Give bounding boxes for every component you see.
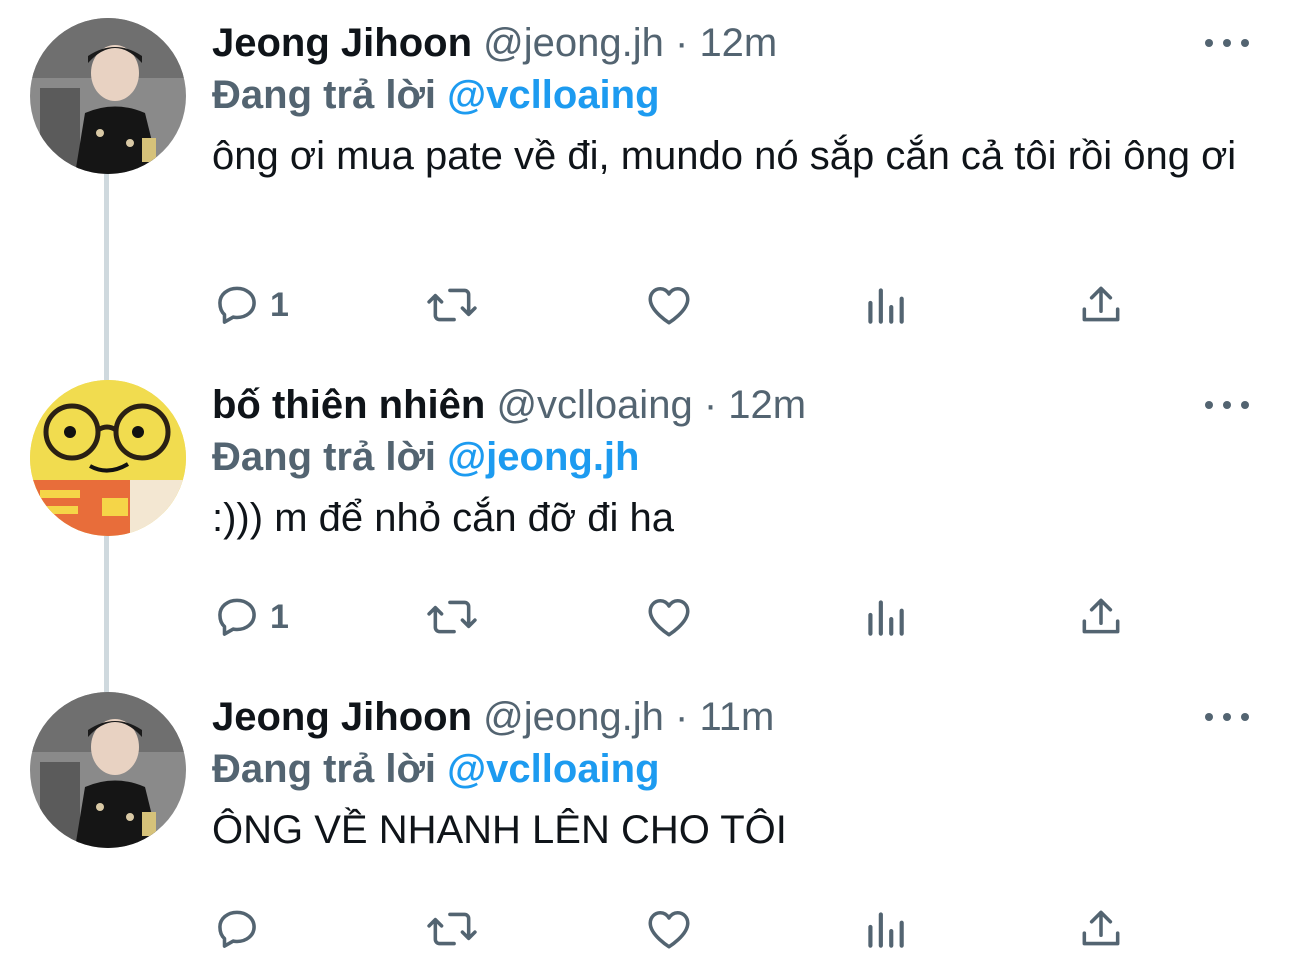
tweet-actions: 1 bbox=[212, 280, 1132, 330]
share-button[interactable] bbox=[1076, 280, 1126, 330]
like-icon bbox=[648, 286, 690, 325]
share-icon bbox=[1082, 598, 1120, 634]
retweet-icon bbox=[427, 600, 477, 634]
separator-dot: · bbox=[674, 695, 689, 739]
tweet-actions bbox=[212, 904, 1132, 954]
share-button[interactable] bbox=[1076, 904, 1126, 954]
profile-photo-plush-glasses-icon bbox=[30, 380, 186, 536]
tweet[interactable]: bố thiên nhiên @vclloaing · 12m Đang trả… bbox=[0, 380, 1290, 660]
tweet-text: ÔNG VỀ NHANH LÊN CHO TÔI bbox=[212, 808, 787, 852]
replying-to: Đang trả lời @jeong.jh bbox=[212, 432, 639, 482]
tweet[interactable]: Jeong Jihoon @jeong.jh · 12m Đang trả lờ… bbox=[0, 18, 1290, 338]
profile-photo-person-icon bbox=[30, 18, 186, 174]
reply-icon bbox=[218, 910, 256, 948]
like-icon bbox=[648, 598, 690, 637]
more-options-icon[interactable] bbox=[1205, 702, 1249, 732]
separator-dot: · bbox=[703, 383, 718, 427]
replying-to: Đang trả lời @vclloaing bbox=[212, 70, 660, 120]
reply-button[interactable]: 1 bbox=[212, 280, 289, 330]
replying-to-handle[interactable]: @vclloaing bbox=[447, 73, 659, 117]
replying-to-handle[interactable]: @jeong.jh bbox=[447, 435, 639, 479]
views-button[interactable] bbox=[860, 592, 910, 642]
more-options-icon[interactable] bbox=[1205, 390, 1249, 420]
reply-button[interactable] bbox=[212, 904, 270, 954]
display-name[interactable]: bố thiên nhiên bbox=[212, 383, 485, 427]
reply-icon bbox=[218, 598, 256, 636]
tweet-text: :))) m để nhỏ cắn đỡ đi ha bbox=[212, 496, 675, 540]
tweet[interactable]: Jeong Jihoon @jeong.jh · 11m Đang trả lờ… bbox=[0, 692, 1290, 972]
replying-to-label: Đang trả lời bbox=[212, 747, 437, 791]
retweet-button[interactable] bbox=[424, 280, 480, 330]
share-icon bbox=[1082, 286, 1120, 322]
retweet-button[interactable] bbox=[424, 592, 480, 642]
tweet-actions: 1 bbox=[212, 592, 1132, 642]
username-handle[interactable]: @vclloaing bbox=[496, 383, 692, 427]
views-button[interactable] bbox=[860, 280, 910, 330]
reply-icon bbox=[218, 286, 256, 324]
timestamp[interactable]: 12m bbox=[699, 21, 777, 65]
tweet-header: bố thiên nhiên @vclloaing · 12m bbox=[212, 380, 806, 430]
replying-to-label: Đang trả lời bbox=[212, 73, 437, 117]
views-icon bbox=[868, 600, 904, 636]
tweet-header: Jeong Jihoon @jeong.jh · 11m bbox=[212, 692, 774, 742]
like-button[interactable] bbox=[644, 904, 694, 954]
tweet-text: ông ơi mua pate về đi, mundo nó sắp cắn … bbox=[212, 134, 1237, 178]
timestamp[interactable]: 11m bbox=[699, 695, 774, 739]
username-handle[interactable]: @jeong.jh bbox=[483, 695, 664, 739]
views-icon bbox=[868, 912, 904, 948]
views-icon bbox=[868, 288, 904, 324]
timestamp[interactable]: 12m bbox=[728, 383, 806, 427]
avatar[interactable] bbox=[30, 380, 186, 536]
share-icon bbox=[1082, 910, 1120, 946]
display-name[interactable]: Jeong Jihoon bbox=[212, 21, 472, 65]
replying-to-label: Đang trả lời bbox=[212, 435, 437, 479]
replying-to-handle[interactable]: @vclloaing bbox=[447, 747, 659, 791]
separator-dot: · bbox=[674, 21, 689, 65]
tweet-header: Jeong Jihoon @jeong.jh · 12m bbox=[212, 18, 777, 68]
username-handle[interactable]: @jeong.jh bbox=[483, 21, 664, 65]
more-options-icon[interactable] bbox=[1205, 28, 1249, 58]
avatar[interactable] bbox=[30, 692, 186, 848]
retweet-button[interactable] bbox=[424, 904, 480, 954]
reply-button[interactable]: 1 bbox=[212, 592, 289, 642]
reply-count: 1 bbox=[270, 597, 289, 636]
profile-photo-person-icon bbox=[30, 692, 186, 848]
reply-count: 1 bbox=[270, 285, 289, 324]
share-button[interactable] bbox=[1076, 592, 1126, 642]
retweet-icon bbox=[427, 288, 477, 322]
retweet-icon bbox=[427, 912, 477, 946]
like-button[interactable] bbox=[644, 592, 694, 642]
like-icon bbox=[648, 910, 690, 949]
views-button[interactable] bbox=[860, 904, 910, 954]
avatar[interactable] bbox=[30, 18, 186, 174]
like-button[interactable] bbox=[644, 280, 694, 330]
replying-to: Đang trả lời @vclloaing bbox=[212, 744, 660, 794]
display-name[interactable]: Jeong Jihoon bbox=[212, 695, 472, 739]
